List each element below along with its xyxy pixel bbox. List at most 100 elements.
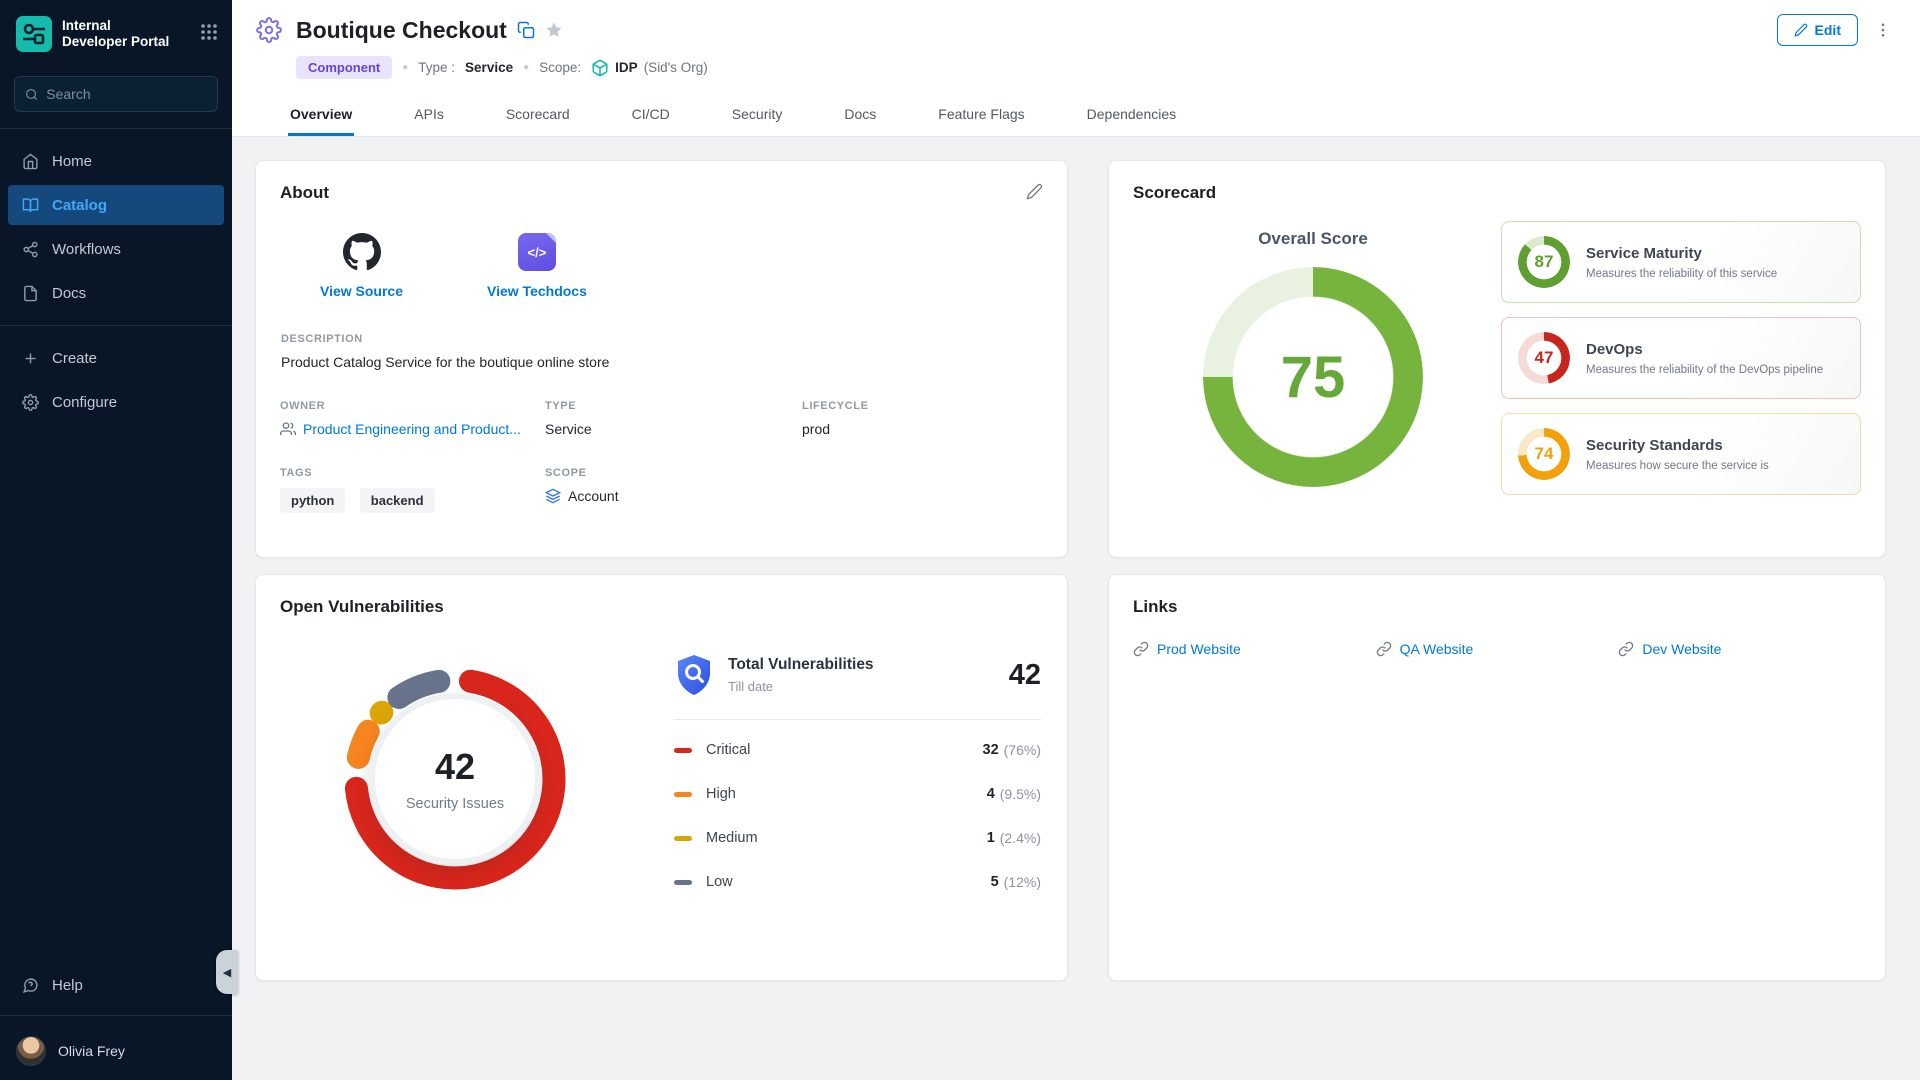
- github-icon: [343, 233, 381, 271]
- link-dev-website[interactable]: Dev Website: [1618, 641, 1861, 657]
- view-techdocs-link[interactable]: </> View Techdocs: [487, 233, 587, 299]
- description-value: Product Catalog Service for the boutique…: [281, 354, 1043, 370]
- tag-chip[interactable]: python: [280, 488, 345, 513]
- link-icon: [1133, 641, 1149, 657]
- overall-score-label: Overall Score: [1258, 229, 1368, 249]
- brand: Internal Developer Portal: [0, 0, 232, 66]
- scorecard-card: Scorecard Overall Score 75 87 Service Ma…: [1108, 160, 1886, 558]
- scorecard-item-security-standards[interactable]: 74 Security Standards Measures how secur…: [1501, 413, 1861, 495]
- sidebar-item-label: Home: [52, 153, 92, 170]
- account-layers-icon: [545, 488, 561, 504]
- vuln-row-high: High 4 (9.5%): [674, 772, 1041, 816]
- entity-tabbar: Overview APIs Scorecard CI/CD Security D…: [232, 93, 1920, 137]
- sidebar-item-configure[interactable]: Configure: [8, 382, 224, 422]
- score-value: 47: [1518, 332, 1570, 384]
- tab-apis[interactable]: APIs: [412, 93, 446, 136]
- scorecard-item-description: Measures the reliability of the DevOps p…: [1586, 364, 1823, 376]
- search-icon: [25, 87, 38, 102]
- type-value: Service: [465, 60, 513, 75]
- tab-scorecard[interactable]: Scorecard: [504, 93, 572, 136]
- sidebar-item-help[interactable]: Help: [8, 965, 224, 1005]
- type-field-label: TYPE: [545, 400, 802, 412]
- sidebar-item-workflows[interactable]: Workflows: [8, 229, 224, 269]
- dot-separator: ●: [402, 62, 408, 73]
- app-switcher-icon[interactable]: [200, 23, 218, 46]
- tab-dependencies[interactable]: Dependencies: [1085, 93, 1179, 136]
- sidebar-item-label: Workflows: [52, 241, 121, 258]
- tag-chip[interactable]: backend: [360, 488, 435, 513]
- total-vulnerabilities-title: Total Vulnerabilities: [728, 656, 874, 674]
- plus-icon: [22, 350, 39, 367]
- app-logo-icon: [16, 16, 52, 52]
- description-label: DESCRIPTION: [281, 333, 1043, 345]
- severity-dash-high: [674, 792, 692, 797]
- divider: [0, 1015, 232, 1016]
- home-icon: [22, 153, 39, 170]
- about-title: About: [280, 183, 329, 203]
- scorecard-item-name: Security Standards: [1586, 437, 1769, 454]
- component-gear-icon: [256, 17, 282, 43]
- lifecycle-value: prod: [802, 421, 1043, 437]
- docs-icon: [22, 285, 39, 302]
- sidebar-search[interactable]: [14, 76, 218, 112]
- divider: [674, 719, 1041, 720]
- link-icon: [1376, 641, 1392, 657]
- lifecycle-label: LIFECYCLE: [802, 400, 1043, 412]
- scorecard-item-description: Measures the reliability of this service: [1586, 268, 1777, 280]
- tab-cicd[interactable]: CI/CD: [630, 93, 672, 136]
- score-value: 87: [1518, 236, 1570, 288]
- vulnerabilities-donut: 42 Security Issues: [335, 659, 575, 899]
- links-card: Links Prod Website QA Website Dev Websit…: [1108, 574, 1886, 981]
- view-source-link[interactable]: View Source: [320, 233, 403, 299]
- sidebar-item-docs[interactable]: Docs: [8, 273, 224, 313]
- severity-dash-medium: [674, 836, 692, 841]
- chevron-left-icon: ◀: [223, 966, 231, 979]
- divider: [0, 325, 232, 326]
- vuln-row-low: Low 5 (12%): [674, 860, 1041, 904]
- copy-icon[interactable]: [517, 21, 535, 39]
- sidebar-item-catalog[interactable]: Catalog: [8, 185, 224, 225]
- tab-feature-flags[interactable]: Feature Flags: [936, 93, 1026, 136]
- main-area: Boutique Checkout Edit Component ● Type …: [232, 0, 1920, 1080]
- help-icon: [22, 977, 39, 994]
- tab-docs[interactable]: Docs: [842, 93, 878, 136]
- divider: [0, 128, 232, 129]
- overall-score-donut: 75: [1203, 267, 1423, 487]
- tab-security[interactable]: Security: [730, 93, 785, 136]
- link-qa-website[interactable]: QA Website: [1376, 641, 1619, 657]
- sidebar-collapse-handle[interactable]: ◀: [216, 950, 238, 994]
- search-input[interactable]: [46, 86, 207, 102]
- sidebar-item-home[interactable]: Home: [8, 141, 224, 181]
- donut-segment-medium: [381, 712, 382, 713]
- scorecard-item-devops[interactable]: 47 DevOps Measures the reliability of th…: [1501, 317, 1861, 399]
- scope-field-value: Account: [568, 488, 619, 504]
- scope-value: IDP: [615, 60, 638, 75]
- owner-label: OWNER: [280, 400, 545, 412]
- owner-link[interactable]: Product Engineering and Product...: [280, 421, 545, 437]
- scorecard-item-name: Service Maturity: [1586, 245, 1777, 262]
- security-issues-label: Security Issues: [406, 796, 504, 812]
- links-title: Links: [1133, 597, 1861, 617]
- link-prod-website[interactable]: Prod Website: [1133, 641, 1376, 657]
- tags-label: TAGS: [280, 467, 545, 479]
- type-field-value: Service: [545, 421, 802, 437]
- user-menu[interactable]: Olivia Frey: [0, 1026, 232, 1066]
- score-value: 74: [1518, 428, 1570, 480]
- star-icon[interactable]: [545, 21, 563, 39]
- total-vulnerabilities-value: 42: [1009, 659, 1041, 692]
- sidebar-item-create[interactable]: Create: [8, 338, 224, 378]
- sidebar-item-label: Create: [52, 350, 97, 367]
- shield-scan-icon: [674, 653, 714, 697]
- sidebar-item-label: Help: [52, 977, 83, 994]
- page-header: Boutique Checkout Edit Component ● Type …: [232, 0, 1920, 93]
- vulnerabilities-card: Open Vulnerabilities 42 Security Issues: [255, 574, 1068, 981]
- edit-about-icon[interactable]: [1026, 183, 1043, 200]
- total-vulnerabilities-subtitle: Till date: [728, 679, 874, 694]
- edit-button[interactable]: Edit: [1777, 14, 1858, 46]
- scorecard-item-service-maturity[interactable]: 87 Service Maturity Measures the reliabi…: [1501, 221, 1861, 303]
- more-options-icon[interactable]: [1874, 21, 1892, 39]
- users-icon: [280, 421, 296, 437]
- scope-cube-icon: [591, 59, 609, 77]
- tab-overview[interactable]: Overview: [288, 93, 354, 136]
- severity-dash-low: [674, 880, 692, 885]
